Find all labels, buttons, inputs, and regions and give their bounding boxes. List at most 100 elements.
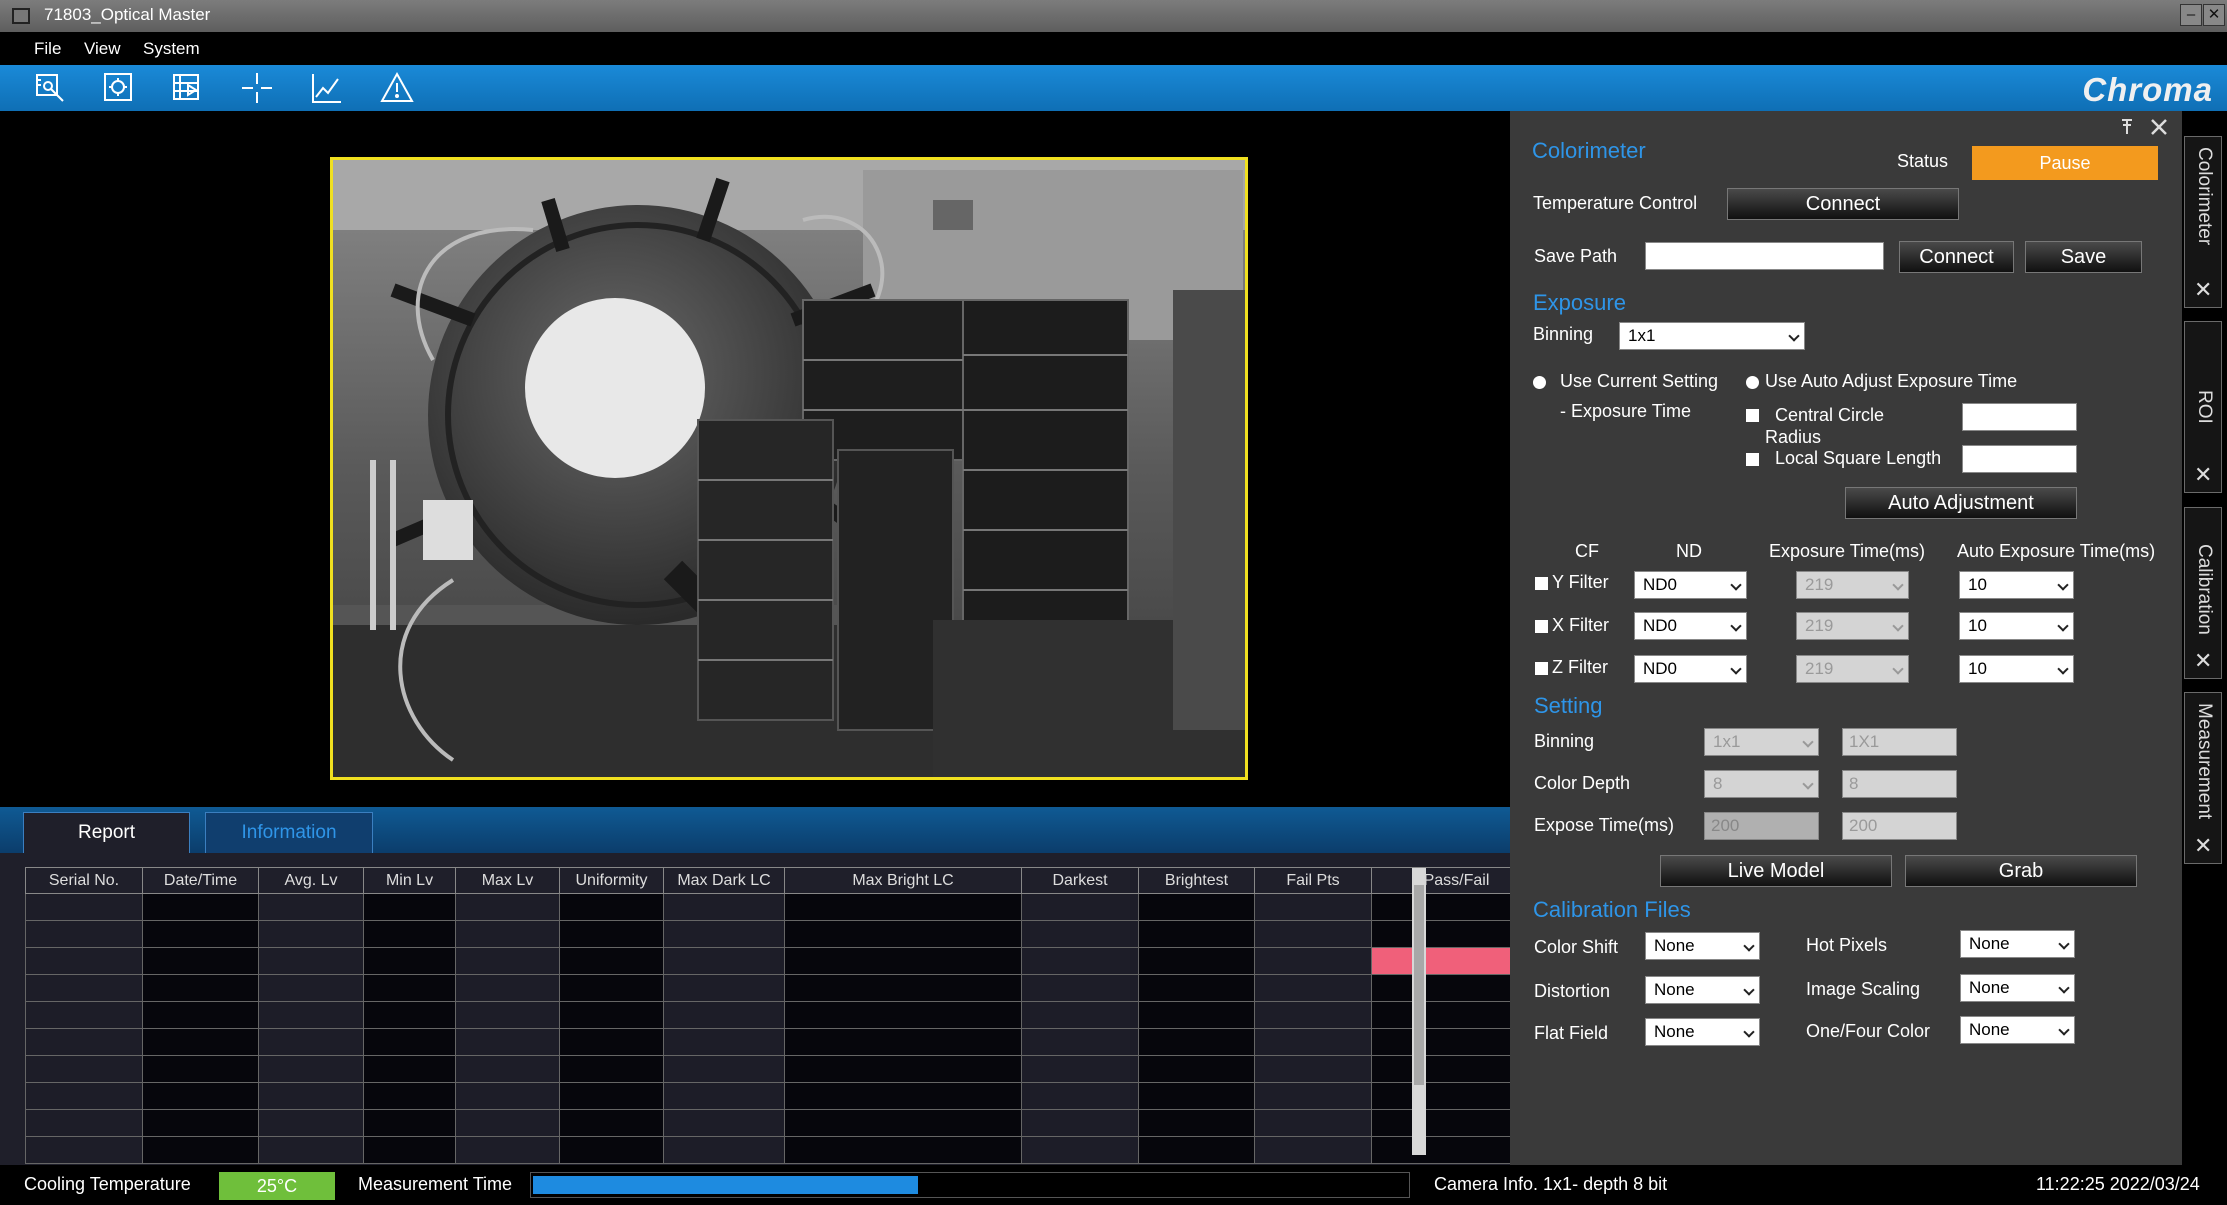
distortion-label: Distortion [1534,981,1611,1001]
tab-report[interactable]: Report [23,812,190,854]
side-tab-colorimeter[interactable]: Colorimeter ✕ [2184,136,2222,308]
table-row[interactable] [25,893,1542,921]
z-filter-auto-select[interactable]: 10 [1959,655,2074,683]
close-colorimeter-tab-icon[interactable]: ✕ [2194,279,2212,301]
close-calibration-tab-icon[interactable]: ✕ [2194,650,2212,672]
distortion-select[interactable]: None [1645,976,1760,1004]
table-cell [363,1055,456,1083]
column-header[interactable]: Fail Pts [1254,867,1372,894]
color-depth-select-value: 8 [1713,774,1723,793]
column-header[interactable]: Min Lv [363,867,456,894]
table-cell [1254,1109,1372,1137]
cooling-temperature-value: 25°C [219,1172,335,1200]
table-cell [1021,1028,1139,1056]
column-header[interactable]: Serial No. [25,867,143,894]
table-cell [1021,1055,1139,1083]
x-filter-nd-select[interactable]: ND0 [1634,612,1747,640]
local-square-length-input[interactable] [1962,445,2077,473]
status-bar: Cooling Temperature 25°C Measurement Tim… [0,1165,2227,1205]
toolbar: Chroma [0,65,2227,111]
table-cell [1138,947,1255,975]
save-path-input[interactable] [1645,242,1884,270]
y-filter-nd-select[interactable]: ND0 [1634,571,1747,599]
live-model-button[interactable]: Live Model [1660,855,1892,887]
table-cell [559,1082,664,1110]
z-filter-nd-select[interactable]: ND0 [1634,655,1747,683]
image-scaling-select[interactable]: None [1960,974,2075,1002]
menu-file[interactable]: File [34,39,61,59]
hot-pixels-select[interactable]: None [1960,930,2075,958]
column-header[interactable]: Max Lv [455,867,560,894]
table-cell [663,1001,785,1029]
use-auto-adjust-radio[interactable] [1746,376,1759,389]
x-filter-checkbox[interactable] [1535,620,1548,633]
save-button[interactable]: Save [2025,241,2142,273]
table-row[interactable] [25,1082,1542,1110]
one-four-color-select[interactable]: None [1960,1016,2075,1044]
column-header[interactable]: Date/Time [142,867,259,894]
table-row[interactable] [25,974,1542,1002]
side-tab-measurement[interactable]: Measurement ✕ [2184,692,2222,864]
local-square-checkbox[interactable] [1746,453,1759,466]
inspect-icon[interactable] [30,70,70,106]
column-header[interactable]: Darkest [1021,867,1139,894]
chart-icon[interactable] [307,70,347,106]
close-measurement-tab-icon[interactable]: ✕ [2194,835,2212,857]
pin-icon[interactable] [2117,117,2137,137]
grab-button[interactable]: Grab [1905,855,2137,887]
x-filter-auto-select[interactable]: 10 [1959,612,2074,640]
close-window-button[interactable]: ✕ [2203,4,2225,26]
table-row[interactable] [25,920,1542,948]
column-header[interactable]: Avg. Lv [258,867,364,894]
table-row[interactable] [25,1109,1542,1137]
tab-information[interactable]: Information [205,812,373,854]
cooling-temperature-label: Cooling Temperature [24,1174,191,1194]
auto-adjustment-button[interactable]: Auto Adjustment [1845,487,2077,519]
table-row[interactable] [25,1001,1542,1029]
table-cell [1254,920,1372,948]
central-circle-checkbox[interactable] [1746,409,1759,422]
close-roi-tab-icon[interactable]: ✕ [2194,464,2212,486]
table-cell [784,1055,1022,1083]
column-header[interactable]: Uniformity [559,867,664,894]
minimize-button[interactable]: – [2180,4,2202,26]
table-cell [142,1001,259,1029]
central-circle-radius-input[interactable] [1962,403,2077,431]
status-badge: Pause [1972,146,2158,180]
table-row[interactable] [25,1055,1542,1083]
column-header[interactable]: Max Dark LC [663,867,785,894]
table-row[interactable] [25,1028,1542,1056]
sequence-icon[interactable] [168,70,208,106]
close-panel-icon[interactable] [2150,118,2168,136]
warning-icon[interactable] [377,70,417,106]
side-tab-roi[interactable]: ROI ✕ [2184,321,2222,493]
table-row[interactable] [25,1136,1542,1164]
color-shift-select[interactable]: None [1645,932,1760,960]
column-header[interactable]: Max Bright LC [784,867,1022,894]
report-tab-strip: Report Information [0,807,1510,854]
target-icon[interactable] [99,70,139,106]
table-cell [1138,1001,1255,1029]
table-cell [455,947,560,975]
temperature-connect-button[interactable]: Connect [1727,188,1959,220]
crosshair-icon[interactable] [237,70,277,106]
z-filter-checkbox[interactable] [1535,662,1548,675]
save-path-connect-button[interactable]: Connect [1899,241,2014,273]
table-cell [142,947,259,975]
measurement-time-label: Measurement Time [358,1174,513,1194]
report-scrollbar-thumb[interactable] [1414,885,1424,1085]
use-current-setting-radio[interactable] [1533,376,1546,389]
side-tab-calibration[interactable]: Calibration ✕ [2184,507,2222,679]
menu-system[interactable]: System [143,39,200,59]
column-header[interactable]: Brightest [1138,867,1255,894]
table-cell [1254,1028,1372,1056]
menu-view[interactable]: View [84,39,121,59]
y-filter-nd-value: ND0 [1643,575,1678,594]
table-cell [25,1109,143,1137]
y-filter-auto-select[interactable]: 10 [1959,571,2074,599]
table-cell [363,893,456,921]
flat-field-select[interactable]: None [1645,1018,1760,1046]
y-filter-checkbox[interactable] [1535,577,1548,590]
exposure-binning-select[interactable]: 1x1 [1619,322,1805,350]
table-row[interactable] [25,947,1542,975]
